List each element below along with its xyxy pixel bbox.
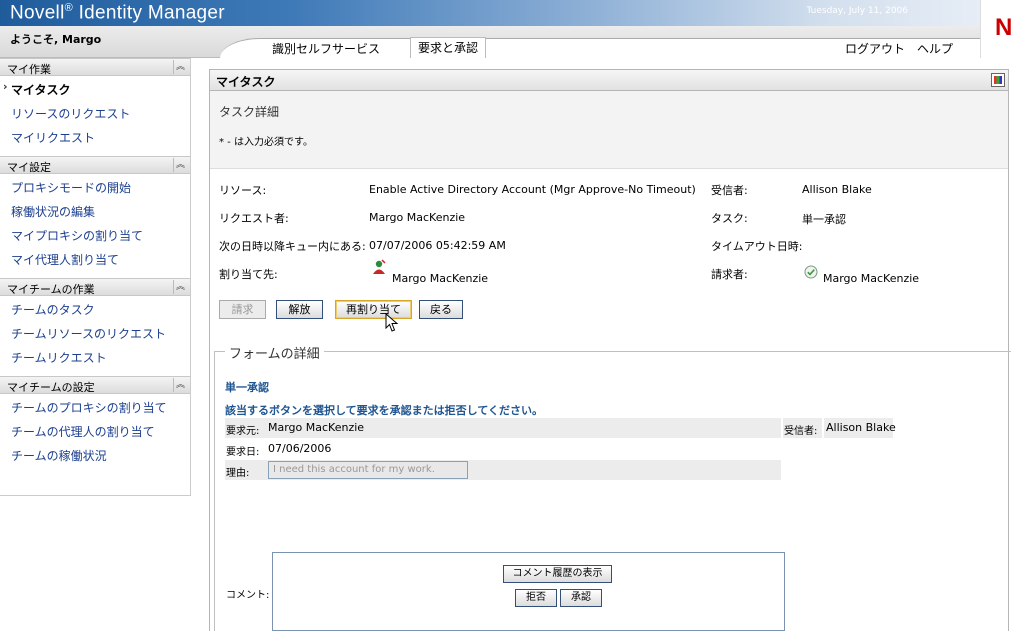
sidebar-item-request-resource[interactable]: リソースのリクエスト (0, 100, 190, 124)
reason-row: 理由: I need this account for my work. (225, 460, 781, 480)
sidebar-item-team-resource-requests[interactable]: チームリソースのリクエスト (0, 320, 190, 344)
assigned-to-label: 割り当て先: (219, 268, 278, 281)
sidebar-section-title: マイ作業 (7, 63, 51, 76)
requester-label: リクエスト者: (219, 212, 289, 225)
tab-requests-approvals[interactable]: 要求と承認 (410, 37, 487, 58)
product-name: Identity Manager (73, 2, 225, 24)
sidebar-section-my-settings: マイ設定 ︽ (0, 156, 190, 174)
form-legend: フォームの詳細 (225, 343, 324, 362)
form-details-fieldset: フォームの詳細 単一承認 該当するボタンを選択して要求を承認または拒否してくださ… (214, 343, 1011, 631)
form-recipient-value: Allison Blake (826, 421, 896, 434)
welcome-text: ようこそ, Margo (10, 33, 102, 46)
header-nav-band: ようこそ, Margo (0, 26, 980, 58)
assigned-to-value: Margo MacKenzie (392, 272, 489, 285)
queued-value: 07/07/2006 05:42:59 AM (369, 239, 506, 252)
sidebar-item-team-tasks[interactable]: チームのタスク (0, 296, 190, 320)
double-chevron-up-icon[interactable]: ︽ (173, 60, 187, 74)
sidebar-item-edit-availability[interactable]: 稼働状況の編集 (0, 198, 190, 222)
resource-label: リソース: (219, 184, 267, 197)
tab-identity-self-service[interactable]: 識別セルフサービス (272, 40, 380, 57)
queued-label: 次の日時以降キュー内にある: (219, 240, 366, 253)
sidebar-section-team-settings: マイチームの設定 ︽ (0, 376, 190, 394)
panel-titlebar: マイタスク (210, 70, 1008, 91)
show-comment-history-button[interactable]: コメント履歴の表示 (503, 565, 612, 583)
sidebar-item-my-tasks[interactable]: マイタスク (0, 76, 190, 100)
claimant-label: 請求者: (711, 268, 748, 281)
sidebar-item-my-delegate-assignments[interactable]: マイ代理人割り当て (0, 246, 190, 270)
recipient-label-cell: 受信者: (783, 418, 822, 438)
novell-logo-letter: N (995, 14, 1013, 41)
required-note: * - は入力必須です。 (219, 137, 313, 148)
reason-label: 理由: (226, 468, 250, 479)
logout-link[interactable]: ログアウト (845, 40, 905, 57)
double-chevron-up-icon[interactable]: ︽ (173, 378, 187, 392)
approve-button[interactable]: 承認 (560, 589, 602, 607)
novell-logo: N (980, 0, 1035, 58)
sidebar-item-start-proxy-mode[interactable]: プロキシモードの開始 (0, 174, 190, 198)
mouse-cursor-icon (385, 313, 399, 332)
app-title: Novell® Identity Manager (10, 2, 225, 24)
panel-title: マイタスク (216, 75, 276, 89)
brand-name: Novell (10, 2, 65, 24)
back-button[interactable]: 戻る (419, 300, 463, 319)
task-value: 単一承認 (802, 213, 846, 226)
recipient-value-cell: Allison Blake (824, 418, 896, 438)
task-detail-panel: マイタスク タスク詳細 * - は入力必須です。 リソース: Enable Ac… (209, 69, 1011, 631)
sidebar: マイ作業 ︽ マイタスク リソースのリクエスト マイリクエスト マイ設定 ︽ プ… (0, 58, 191, 496)
requester-value: Margo MacKenzie (369, 211, 466, 224)
form-instruction: 該当するボタンを選択して要求を承認または拒否してください。 (225, 404, 544, 417)
user-icon (373, 259, 386, 274)
request-from-label: 要求元: (226, 426, 260, 437)
reason-input[interactable]: I need this account for my work. (268, 461, 468, 479)
form-heading: 単一承認 (225, 381, 269, 394)
sidebar-section-my-work: マイ作業 ︽ (0, 58, 190, 76)
sidebar-item-my-proxy-assignments[interactable]: マイプロキシの割り当て (0, 222, 190, 246)
request-date-label: 要求日: (226, 447, 260, 458)
comment-label: コメント: (226, 590, 270, 601)
app-header: Novell® Identity Manager Tuesday, July 1… (0, 0, 1035, 58)
release-button[interactable]: 解放 (276, 300, 323, 319)
request-from-value: Margo MacKenzie (268, 421, 365, 434)
sidebar-section-team-work: マイチームの作業 ︽ (0, 278, 190, 296)
double-chevron-up-icon[interactable]: ︽ (173, 158, 187, 172)
task-label: タスク: (711, 212, 748, 225)
claim-button[interactable]: 請求 (219, 300, 266, 319)
form-recipient-label: 受信者: (784, 426, 818, 437)
help-link[interactable]: ヘルプ (917, 40, 953, 57)
sidebar-item-team-proxy-assignments[interactable]: チームのプロキシの割り当て (0, 394, 190, 418)
sidebar-section-title: マイチームの設定 (7, 381, 95, 394)
registered-mark: ® (64, 2, 74, 14)
deny-button[interactable]: 拒否 (515, 589, 557, 607)
sidebar-item-my-requests[interactable]: マイリクエスト (0, 124, 190, 148)
sidebar-section-title: マイチームの作業 (7, 283, 95, 296)
request-date-row: 要求日: 07/06/2006 (225, 439, 781, 459)
sidebar-section-title: マイ設定 (7, 161, 51, 174)
resource-value: Enable Active Directory Account (Mgr App… (369, 183, 696, 196)
brand-band: Novell® Identity Manager Tuesday, July 1… (0, 0, 980, 26)
sidebar-item-team-delegate-assignments[interactable]: チームの代理人の割り当て (0, 418, 190, 442)
check-circle-icon (804, 265, 818, 279)
grid-icon[interactable] (991, 73, 1005, 87)
header-date: Tuesday, July 11, 2006 (806, 6, 908, 16)
recipient-value: Allison Blake (802, 183, 872, 196)
sidebar-item-team-availability[interactable]: チームの稼働状況 (0, 442, 190, 466)
claimant-value: Margo MacKenzie (823, 272, 920, 285)
request-from-row: 要求元: Margo MacKenzie (225, 418, 781, 438)
double-chevron-up-icon[interactable]: ︽ (173, 280, 187, 294)
recipient-label: 受信者: (711, 184, 748, 197)
request-date-value: 07/06/2006 (268, 442, 332, 455)
task-header: タスク詳細 * - は入力必須です。 (210, 91, 1008, 169)
timeout-label: タイムアウト日時: (711, 240, 803, 253)
reassign-button[interactable]: 再割り当て (335, 300, 412, 319)
sidebar-item-team-requests[interactable]: チームリクエスト (0, 344, 190, 368)
task-subtitle: タスク詳細 (219, 105, 280, 119)
